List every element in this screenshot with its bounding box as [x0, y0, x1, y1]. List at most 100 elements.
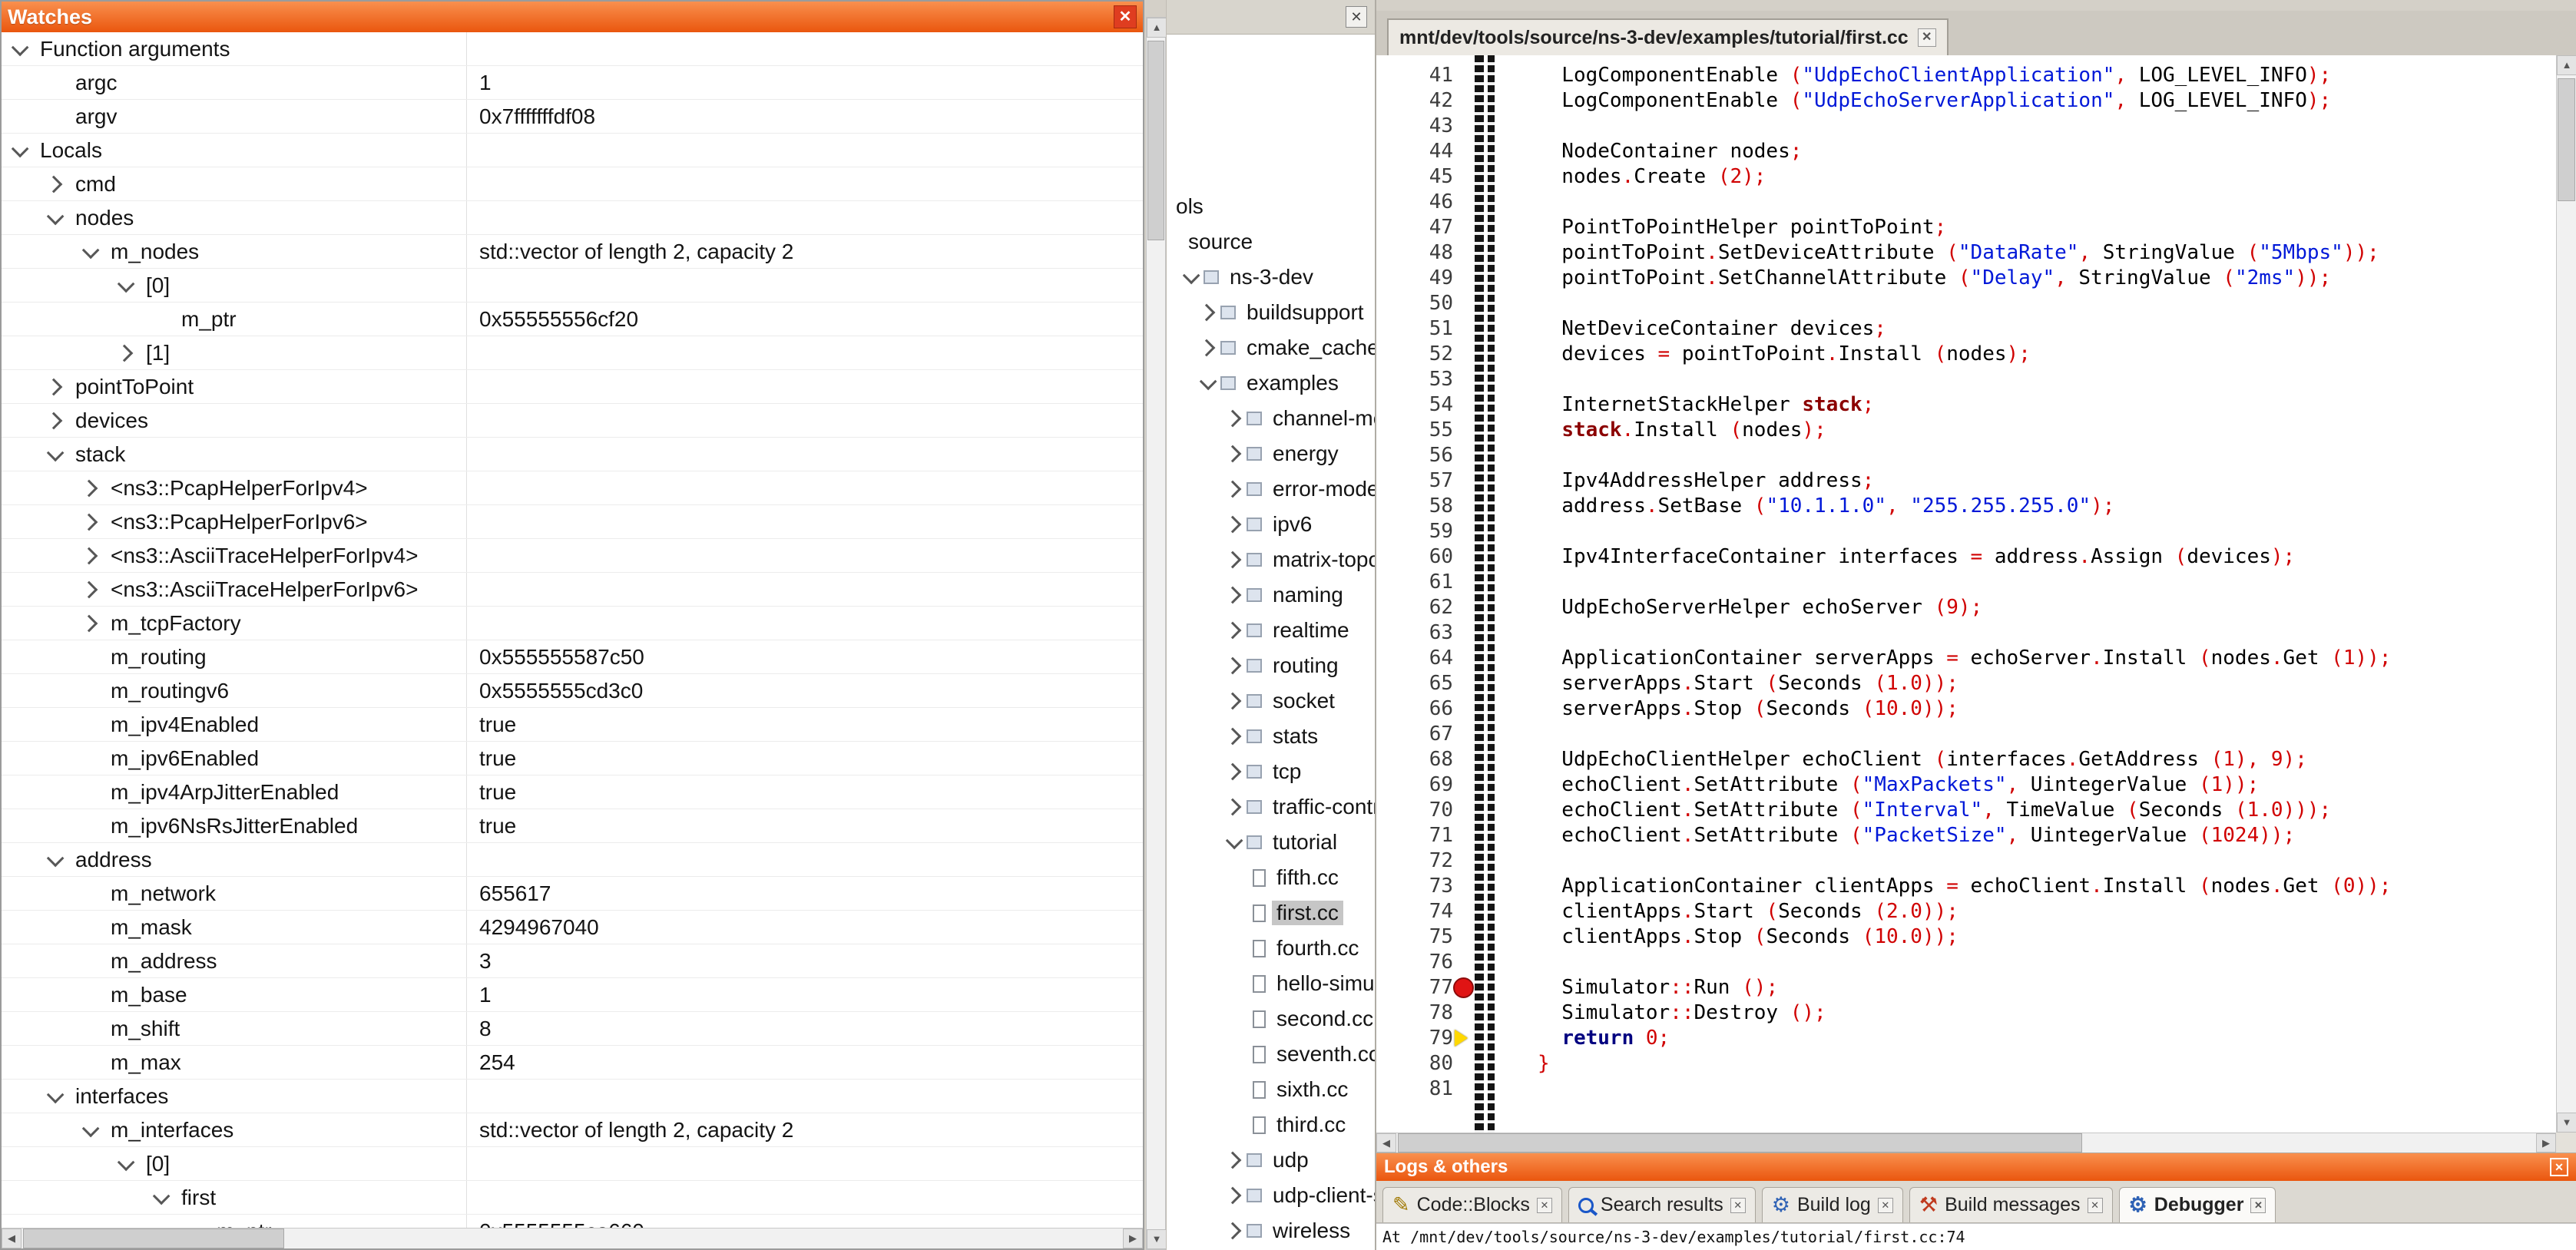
- scrollbar-track[interactable]: [2082, 1133, 2536, 1152]
- line-number[interactable]: 75: [1376, 924, 1453, 950]
- watch-row[interactable]: <ns3::AsciiTraceHelperForIpv6>: [2, 573, 1143, 607]
- tree-item-tcp[interactable]: tcp: [1167, 754, 1375, 789]
- line-number[interactable]: 71: [1376, 823, 1453, 848]
- tree-item-examples[interactable]: examples: [1167, 365, 1375, 401]
- watch-row[interactable]: m_tcpFactory: [2, 607, 1143, 640]
- scroll-left-icon[interactable]: ◀: [1376, 1133, 1396, 1152]
- scrollbar-thumb[interactable]: [2558, 78, 2575, 201]
- line-number[interactable]: 51: [1376, 316, 1453, 342]
- log-tab-build-log[interactable]: ⚙Build log✕: [1762, 1187, 1903, 1222]
- chevron-expanded-icon[interactable]: [1200, 373, 1217, 391]
- line-number[interactable]: 55: [1376, 418, 1453, 443]
- code-line[interactable]: 46: [1376, 190, 2556, 215]
- chevron-collapsed-icon[interactable]: [116, 344, 134, 362]
- tree-item-hello-simul[interactable]: hello-simul: [1167, 966, 1375, 1001]
- watch-row[interactable]: m_nodesstd::vector of length 2, capacity…: [2, 235, 1143, 269]
- tree-item-error-model[interactable]: error-model: [1167, 471, 1375, 507]
- chevron-expanded-icon[interactable]: [47, 207, 65, 225]
- chevron-expanded-icon[interactable]: [47, 444, 65, 461]
- chevron-collapsed-icon[interactable]: [1224, 587, 1242, 604]
- chevron-collapsed-icon[interactable]: [45, 412, 63, 429]
- scrollbar-thumb[interactable]: [1398, 1133, 2082, 1152]
- tree-item-ipv6[interactable]: ipv6: [1167, 507, 1375, 542]
- watch-row[interactable]: m_ipv6NsRsJitterEnabledtrue: [2, 809, 1143, 843]
- chevron-expanded-icon[interactable]: [1226, 832, 1243, 850]
- line-number[interactable]: 48: [1376, 240, 1453, 266]
- line-number[interactable]: 53: [1376, 367, 1453, 392]
- chevron-expanded-icon[interactable]: [82, 1119, 100, 1137]
- watch-row[interactable]: m_routingv60x5555555cd3c0: [2, 674, 1143, 708]
- tree-item-buildsupport[interactable]: buildsupport: [1167, 295, 1375, 330]
- tree-item-ns-3-dev[interactable]: ns-3-dev: [1167, 260, 1375, 295]
- line-number[interactable]: 67: [1376, 722, 1453, 747]
- editor-hscrollbar[interactable]: ◀ ▶: [1376, 1133, 2556, 1152]
- code-line[interactable]: 76: [1376, 950, 2556, 975]
- code-line[interactable]: 62 UdpEchoServerHelper echoServer (9);: [1376, 595, 2556, 620]
- watch-row[interactable]: m_network655617: [2, 877, 1143, 911]
- chevron-collapsed-icon[interactable]: [1224, 1152, 1242, 1169]
- code-line[interactable]: 42 LogComponentEnable ("UdpEchoServerApp…: [1376, 88, 2556, 114]
- line-number[interactable]: 64: [1376, 646, 1453, 671]
- close-icon[interactable]: ✕: [2550, 1158, 2568, 1176]
- close-icon[interactable]: ✕: [2250, 1198, 2266, 1213]
- log-tab-search-results[interactable]: Search results✕: [1568, 1187, 1756, 1222]
- line-number[interactable]: 77: [1376, 975, 1453, 1000]
- watch-row[interactable]: first: [2, 1181, 1143, 1215]
- chevron-collapsed-icon[interactable]: [81, 580, 98, 598]
- code-line[interactable]: 70 echoClient.SetAttribute ("Interval", …: [1376, 798, 2556, 823]
- watch-row[interactable]: pointToPoint: [2, 370, 1143, 404]
- log-tab-debugger[interactable]: ⚙Debugger✕: [2119, 1187, 2276, 1222]
- chevron-collapsed-icon[interactable]: [1198, 304, 1216, 322]
- scrollbar-track[interactable]: [284, 1229, 1123, 1248]
- scrollbar-thumb[interactable]: [23, 1229, 284, 1248]
- code-line[interactable]: 67: [1376, 722, 2556, 747]
- tree-item-naming[interactable]: naming: [1167, 577, 1375, 613]
- watch-row[interactable]: m_routing0x555555587c50: [2, 640, 1143, 674]
- line-number[interactable]: 81: [1376, 1076, 1453, 1102]
- watch-row[interactable]: nodes: [2, 201, 1143, 235]
- tree-item-source[interactable]: source: [1167, 224, 1375, 260]
- watch-row[interactable]: Locals: [2, 134, 1143, 167]
- tree-item-udp[interactable]: udp: [1167, 1143, 1375, 1178]
- chevron-expanded-icon[interactable]: [153, 1187, 171, 1205]
- chevron-collapsed-icon[interactable]: [81, 513, 98, 531]
- code-line[interactable]: 69 echoClient.SetAttribute ("MaxPackets"…: [1376, 772, 2556, 798]
- code-line[interactable]: 75 clientApps.Stop (Seconds (10.0));: [1376, 924, 2556, 950]
- tree-item-socket[interactable]: socket: [1167, 683, 1375, 719]
- chevron-expanded-icon[interactable]: [12, 38, 29, 56]
- close-icon[interactable]: ✕: [1878, 1198, 1893, 1213]
- projects-vscrollbar[interactable]: ▲ ▼: [1146, 17, 1166, 1250]
- chevron-collapsed-icon[interactable]: [81, 614, 98, 632]
- scroll-down-icon[interactable]: ▼: [2557, 1113, 2576, 1133]
- line-number[interactable]: 60: [1376, 544, 1453, 570]
- code-line[interactable]: 80}: [1376, 1051, 2556, 1076]
- tree-item-realtime[interactable]: realtime: [1167, 613, 1375, 648]
- line-number[interactable]: 61: [1376, 570, 1453, 595]
- code-line[interactable]: 53: [1376, 367, 2556, 392]
- line-number[interactable]: 57: [1376, 468, 1453, 494]
- line-number[interactable]: 50: [1376, 291, 1453, 316]
- tree-item-matrix-topolo[interactable]: matrix-topolo: [1167, 542, 1375, 577]
- code-line[interactable]: 43: [1376, 114, 2556, 139]
- line-number[interactable]: 62: [1376, 595, 1453, 620]
- line-number[interactable]: 70: [1376, 798, 1453, 823]
- chevron-expanded-icon[interactable]: [47, 1086, 65, 1103]
- code-line[interactable]: 71 echoClient.SetAttribute ("PacketSize"…: [1376, 823, 2556, 848]
- chevron-collapsed-icon[interactable]: [1224, 410, 1242, 428]
- code-line[interactable]: 59: [1376, 519, 2556, 544]
- watch-row[interactable]: <ns3::PcapHelperForIpv6>: [2, 505, 1143, 539]
- line-number[interactable]: 74: [1376, 899, 1453, 924]
- chevron-expanded-icon[interactable]: [82, 241, 100, 259]
- line-number[interactable]: 59: [1376, 519, 1453, 544]
- scroll-up-icon[interactable]: ▲: [2557, 55, 2576, 75]
- chevron-collapsed-icon[interactable]: [45, 175, 63, 193]
- code-line[interactable]: 66 serverApps.Stop (Seconds (10.0));: [1376, 696, 2556, 722]
- code-line[interactable]: 65 serverApps.Start (Seconds (1.0));: [1376, 671, 2556, 696]
- log-tab-build-messages[interactable]: ⚒Build messages✕: [1909, 1187, 2113, 1222]
- tree-item-ols[interactable]: ols: [1167, 189, 1375, 224]
- close-icon[interactable]: ✕: [1114, 5, 1137, 28]
- scroll-up-icon[interactable]: ▲: [1147, 18, 1167, 38]
- line-number[interactable]: 69: [1376, 772, 1453, 798]
- tree-item-second-cc[interactable]: second.cc: [1167, 1001, 1375, 1037]
- line-number[interactable]: 42: [1376, 88, 1453, 114]
